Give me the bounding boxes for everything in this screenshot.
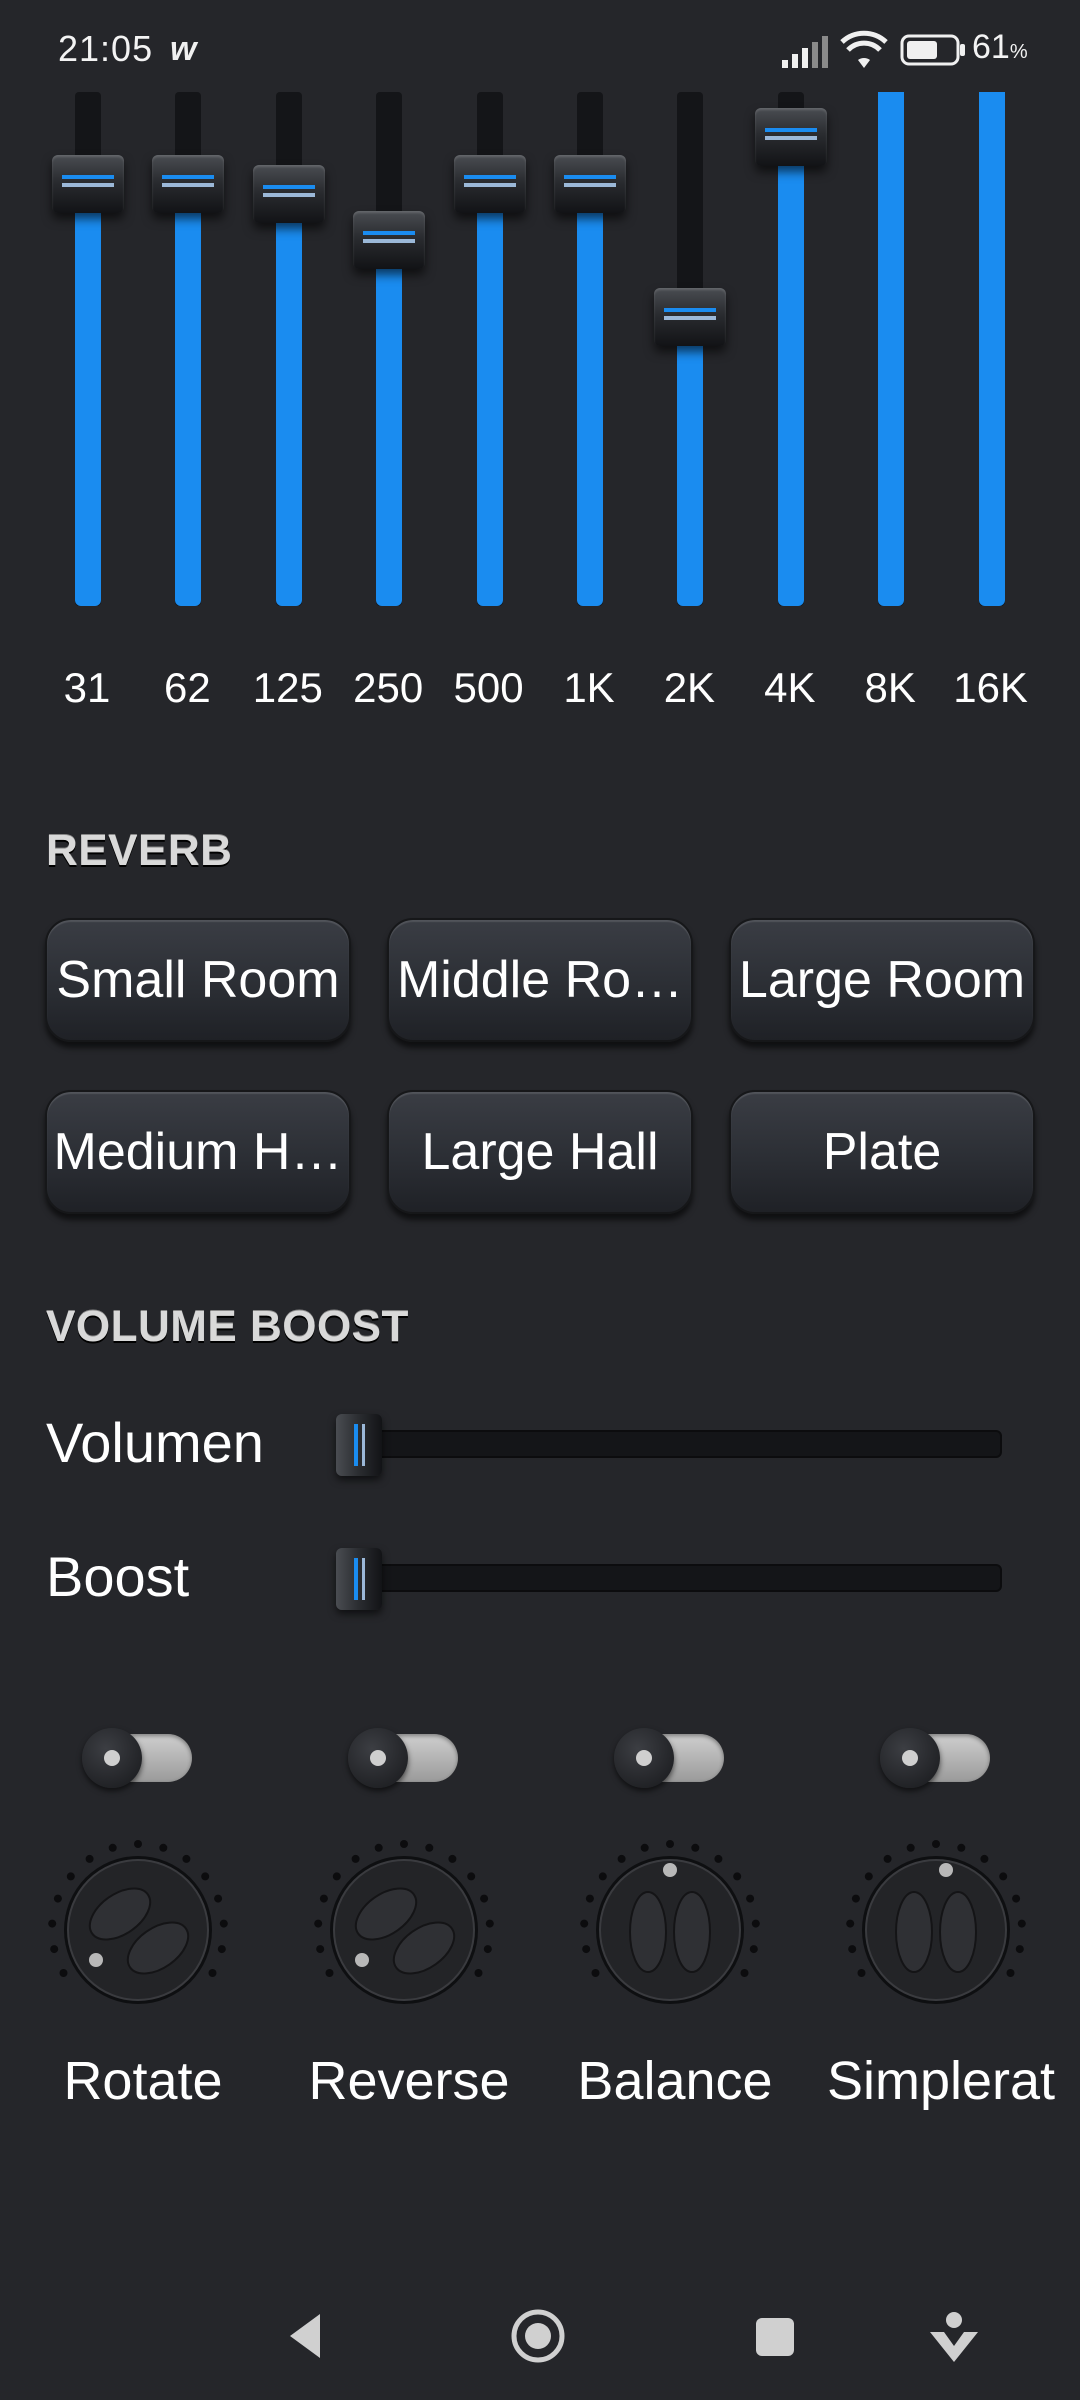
effect-knob[interactable] [314, 1840, 494, 2020]
effect-toggle[interactable] [614, 1728, 724, 1788]
eq-band-label: 4K [764, 664, 816, 711]
eq-level-fill [878, 92, 905, 606]
effect-control: Reverse [274, 1720, 534, 2120]
effect-label: Simplerat [826, 2051, 1056, 2111]
eq-level-fill [175, 185, 202, 606]
eq-band-label: 2K [663, 664, 716, 711]
back-icon[interactable] [276, 2306, 336, 2366]
boost-slider-track[interactable] [340, 1564, 1002, 1592]
eq-band[interactable]: 2K [639, 92, 739, 732]
effect-label: Reverse [308, 2051, 510, 2111]
reverb-preset-label: Large Room [738, 951, 1026, 1009]
eq-band-label: 16K [953, 664, 1028, 711]
effect-control: Rotate [8, 1720, 268, 2120]
eq-band[interactable]: 16K [941, 92, 1041, 732]
toggle-thumb [614, 1728, 674, 1788]
reverb-preset-label: Small Room [56, 951, 340, 1009]
effect-label: Rotate [63, 2051, 223, 2111]
eq-slider-thumb[interactable] [554, 155, 626, 213]
eq-slider-thumb[interactable] [453, 155, 526, 213]
reverb-preset-label: Plate [822, 1123, 942, 1181]
eq-band[interactable]: 62 [137, 92, 237, 732]
reverb-preset-label: Large Hall [421, 1123, 659, 1181]
effect-toggle[interactable] [348, 1728, 458, 1788]
boost-slider-thumb[interactable] [336, 1548, 382, 1610]
equalizer: 31 62 125 250 500 1K 2K 4K 8K 16K [0, 0, 1080, 720]
eq-level-fill [275, 195, 302, 606]
boost-label: Boost [46, 1545, 190, 1608]
eq-slider-thumb[interactable] [754, 108, 827, 166]
eq-slider-thumb[interactable] [152, 155, 225, 213]
eq-band[interactable]: 4K [740, 92, 840, 732]
reverb-preset-button[interactable]: Plate [729, 1090, 1035, 1214]
reverb-preset-button[interactable]: Small Room [45, 918, 351, 1042]
eq-band-label: 250 [353, 664, 424, 711]
eq-level-fill [577, 185, 603, 606]
effect-control: Balance [540, 1720, 800, 2120]
effect-knob[interactable] [846, 1840, 1026, 2020]
effect-knob[interactable] [580, 1840, 760, 2020]
eq-band[interactable]: 125 [238, 92, 338, 732]
eq-band-label: 1K [563, 664, 615, 711]
eq-band-label: 500 [453, 664, 524, 711]
reverb-preset-label: Medium H… [53, 1123, 343, 1181]
reverb-preset-label: Middle Ro… [396, 951, 684, 1009]
recents-icon[interactable] [744, 2306, 804, 2366]
eq-slider-thumb[interactable] [353, 211, 426, 269]
eq-slider-thumb[interactable] [654, 288, 727, 346]
toggle-thumb [82, 1728, 142, 1788]
eq-level-fill [677, 318, 704, 606]
reverb-preset-button[interactable]: Large Room [729, 918, 1035, 1042]
eq-level-fill [777, 138, 804, 606]
eq-slider-thumb[interactable] [52, 155, 124, 213]
eq-level-fill [476, 185, 503, 606]
effect-label: Balance [577, 2051, 773, 2111]
effect-toggle[interactable] [82, 1728, 192, 1788]
effect-toggle[interactable] [880, 1728, 990, 1788]
eq-level-fill [376, 241, 403, 606]
reverb-preset-button[interactable]: Large Hall [387, 1090, 693, 1214]
reverb-preset-button[interactable]: Medium H… [45, 1090, 351, 1214]
eq-band-label: 125 [252, 664, 323, 711]
reverb-preset-button[interactable]: Middle Ro… [387, 918, 693, 1042]
home-icon[interactable] [508, 2306, 568, 2366]
volume-slider-track[interactable] [340, 1430, 1002, 1458]
eq-band[interactable]: 500 [439, 92, 539, 732]
reverb-title: REVERB [46, 826, 233, 875]
eq-level-fill [978, 92, 1005, 606]
eq-band-label: 8K [864, 664, 916, 711]
eq-band-label: 31 [63, 664, 111, 711]
toggle-thumb [348, 1728, 408, 1788]
toggle-thumb [880, 1728, 940, 1788]
volume-slider-thumb[interactable] [336, 1414, 382, 1476]
eq-level-fill [75, 185, 101, 606]
eq-band-label: 62 [164, 664, 211, 711]
eq-band[interactable]: 8K [840, 92, 940, 732]
eq-slider-thumb[interactable] [252, 165, 325, 223]
accessibility-icon[interactable] [924, 2306, 984, 2366]
effect-control: Simplerat [806, 1720, 1066, 2120]
navigation-bar [0, 2270, 1080, 2400]
eq-band[interactable]: 250 [338, 92, 438, 732]
eq-band[interactable]: 1K [539, 92, 639, 732]
volume-label: Volumen [46, 1411, 264, 1474]
volume-boost-title: VOLUME BOOST [46, 1302, 409, 1351]
effect-knob[interactable] [48, 1840, 228, 2020]
eq-band[interactable]: 31 [37, 92, 137, 732]
